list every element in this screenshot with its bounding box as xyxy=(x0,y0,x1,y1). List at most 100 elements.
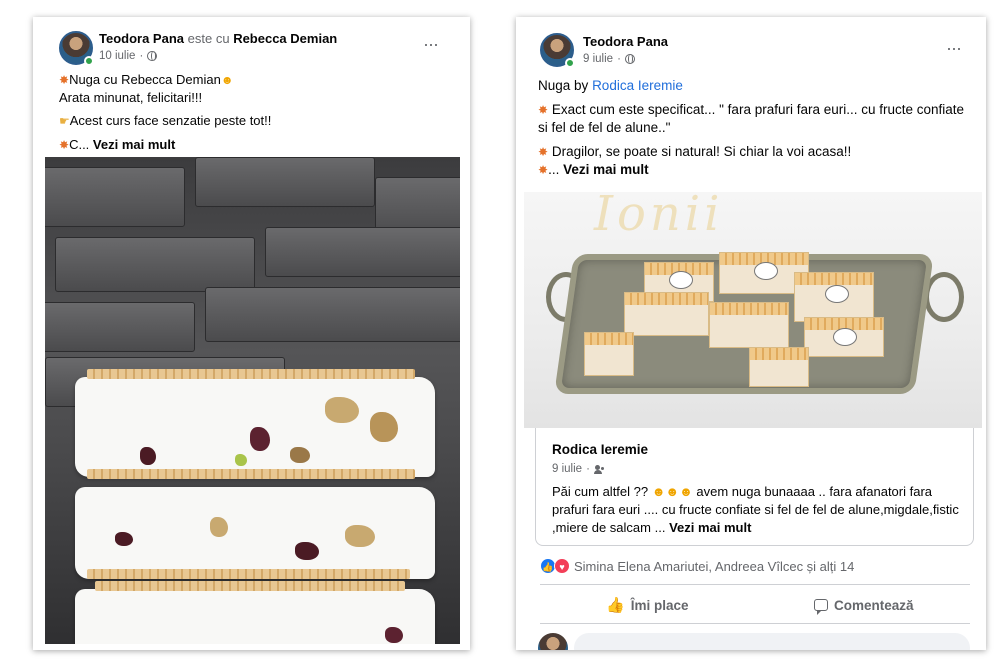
post-photo[interactable] xyxy=(45,157,460,644)
more-options-icon[interactable]: ··· xyxy=(423,35,439,53)
nougat-bar xyxy=(804,317,884,357)
post-para-3: ✸... Vezi mai mult xyxy=(538,162,649,177)
more-options-icon[interactable]: ··· xyxy=(946,39,962,57)
shared-text: Păi cum altfel ?? ☻☻☻ avem nuga bunaaaa … xyxy=(552,484,959,535)
post-line-4: ✸C... Vezi mai mult xyxy=(59,137,176,152)
post-intro: Nuga by Rodica Ieremie xyxy=(538,78,683,93)
post-header: Teodora Pana 9 iulie · ··· xyxy=(516,17,986,77)
like-label: Îmi place xyxy=(630,597,689,613)
label-sticker xyxy=(833,328,857,346)
date-separator: · xyxy=(139,50,144,62)
cranberry-piece xyxy=(250,427,270,451)
walnut-piece xyxy=(370,412,398,442)
author-name[interactable]: Teodora Pana xyxy=(583,34,668,49)
point-icon: ☛ xyxy=(59,114,70,128)
wafer-layer xyxy=(87,569,410,579)
label-sticker xyxy=(669,271,693,289)
post-meta: 9 iulie · xyxy=(583,53,635,65)
globe-icon xyxy=(147,51,158,61)
stone-block xyxy=(45,302,195,352)
author-line: Teodora Pana xyxy=(583,34,668,49)
author-line: Teodora Pana este cu Rebecca Demian xyxy=(99,31,337,46)
post-card-right: Teodora Pana 9 iulie · ··· Nuga by Rodic… xyxy=(516,17,986,650)
stone-block xyxy=(45,167,185,227)
comment-icon xyxy=(814,599,828,615)
stone-block xyxy=(195,157,375,207)
burst-icon: ✸ xyxy=(538,103,549,117)
nougat-bar xyxy=(584,332,634,376)
nougat-bar xyxy=(794,272,874,322)
see-more-link[interactable]: Vezi mai mult xyxy=(669,520,751,535)
nougat-slice xyxy=(75,589,435,644)
globe-icon xyxy=(624,54,635,64)
comment-label: Comentează xyxy=(834,597,914,613)
divider xyxy=(540,623,970,624)
shared-date[interactable]: 9 iulie xyxy=(552,463,582,475)
online-status-dot xyxy=(565,58,575,68)
date-separator: · xyxy=(586,463,590,475)
date-separator: · xyxy=(617,53,621,65)
stone-block xyxy=(265,227,460,277)
burst-icon: ✸ xyxy=(538,145,549,159)
nougat-bar xyxy=(624,292,709,336)
pistachio-piece xyxy=(235,454,247,466)
label-sticker xyxy=(825,285,849,303)
reactions-summary[interactable]: 👍 ♥ Simina Elena Amariutei, Andreea Vîlc… xyxy=(540,557,854,575)
shared-post-photo[interactable]: Ionii xyxy=(524,192,982,428)
cranberry-piece xyxy=(385,627,403,643)
friends-icon xyxy=(593,464,606,474)
tagged-name[interactable]: Rebecca Demian xyxy=(233,31,337,46)
cranberry-piece xyxy=(140,447,156,465)
post-para-2: ✸ Dragilor, se poate si natural! Si chia… xyxy=(538,144,852,159)
shared-post[interactable]: Rodica Ieremie 9 iulie · Păi cum altfel … xyxy=(535,428,974,546)
post-text: ✸Nuga cu Rebecca Demian☻ Arata minunat, … xyxy=(59,71,459,154)
stone-block xyxy=(205,287,460,342)
wafer-layer xyxy=(95,581,405,591)
like-button[interactable]: 👍 Îmi place xyxy=(606,589,688,621)
wafer-layer xyxy=(87,469,415,479)
author-name[interactable]: Teodora Pana xyxy=(99,31,184,46)
divider xyxy=(540,584,970,585)
comment-button[interactable]: Comentează xyxy=(814,589,914,621)
post-date[interactable]: 10 iulie xyxy=(99,50,135,62)
love-reaction-icon: ♥ xyxy=(554,558,570,574)
post-meta: 10 iulie · xyxy=(99,50,158,62)
burst-icon: ✸ xyxy=(59,73,70,87)
grin-icon: ☻☻☻ xyxy=(651,484,693,499)
post-line-2: Arata minunat, felicitari!!! xyxy=(59,90,203,105)
wafer-layer xyxy=(87,369,415,379)
with-text: este cu xyxy=(187,31,230,46)
post-para-1: ✸ Exact cum este specificat... " fara pr… xyxy=(538,102,965,135)
walnut-piece xyxy=(210,517,228,537)
post-text: Nuga by Rodica Ieremie ✸ Exact cum este … xyxy=(538,77,968,179)
reactions-text[interactable]: Simina Elena Amariutei, Andreea Vîlcec ș… xyxy=(574,559,854,574)
stone-block xyxy=(55,237,255,292)
thumbs-up-icon: 👍 xyxy=(606,597,625,614)
see-more-link[interactable]: Vezi mai mult xyxy=(93,137,175,152)
online-status-dot xyxy=(84,56,94,66)
post-header: Teodora Pana este cu Rebecca Demian 10 i… xyxy=(33,17,470,77)
walnut-piece xyxy=(345,525,375,547)
comment-input[interactable] xyxy=(574,633,970,650)
tagged-name-link[interactable]: Rodica Ieremie xyxy=(592,78,683,93)
shared-meta: 9 iulie · xyxy=(552,463,606,475)
burst-icon: ✸ xyxy=(59,138,70,152)
cranberry-piece xyxy=(295,542,319,560)
nougat-bar xyxy=(749,347,809,387)
avatar[interactable] xyxy=(538,633,568,650)
nougat-bar xyxy=(709,302,789,348)
heart-eyes-icon: ☻ xyxy=(220,73,234,87)
see-more-link[interactable]: Vezi mai mult xyxy=(563,162,649,177)
label-sticker xyxy=(754,262,778,280)
post-card-left: Teodora Pana este cu Rebecca Demian 10 i… xyxy=(33,17,470,650)
shared-author[interactable]: Rodica Ieremie xyxy=(552,442,648,457)
post-date[interactable]: 9 iulie xyxy=(583,53,613,65)
hazelnut-piece xyxy=(290,447,310,463)
watermark: Ionii xyxy=(594,192,724,242)
burst-icon: ✸ xyxy=(538,163,549,177)
walnut-piece xyxy=(325,397,359,423)
post-line-3: ☛Acest curs face senzatie peste tot!! xyxy=(59,113,272,128)
comment-composer xyxy=(538,633,970,650)
cranberry-piece xyxy=(115,532,133,546)
post-line-1: ✸Nuga cu Rebecca Demian☻ xyxy=(59,72,234,87)
